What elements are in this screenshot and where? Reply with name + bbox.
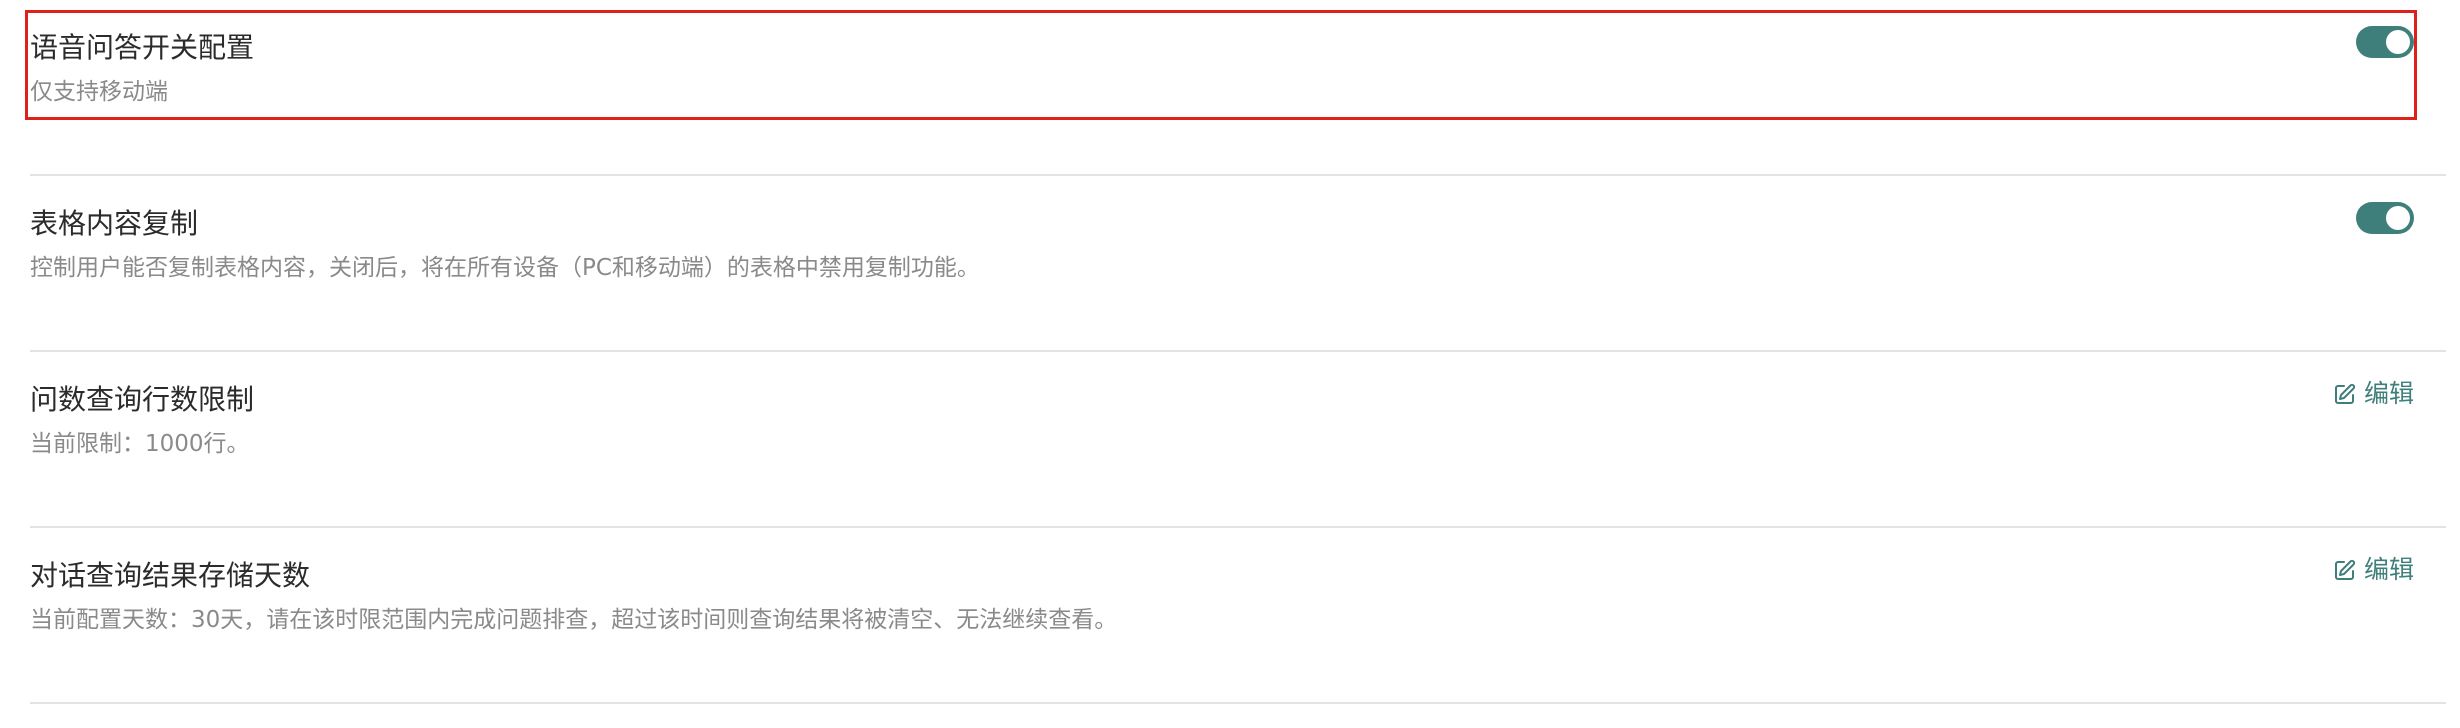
setting-title: 表格内容复制 bbox=[30, 207, 199, 240]
setting-title: 对话查询结果存储天数 bbox=[30, 559, 311, 592]
setting-row-result-retention-days: 对话查询结果存储天数 当前配置天数：30天，请在该时限范围内完成问题排查，超过该… bbox=[30, 528, 2446, 704]
edit-label: 编辑 bbox=[2363, 555, 2414, 584]
setting-description: 仅支持移动端 bbox=[30, 79, 168, 105]
setting-row-query-row-limit: 问数查询行数限制 当前限制：1000行。 编辑 bbox=[30, 352, 2446, 528]
voice-qa-toggle[interactable] bbox=[2356, 26, 2414, 58]
edit-label: 编辑 bbox=[2363, 379, 2414, 408]
setting-title: 问数查询行数限制 bbox=[30, 383, 255, 416]
row-limit-edit-button[interactable]: 编辑 bbox=[2334, 378, 2414, 410]
edit-icon bbox=[2334, 383, 2356, 405]
toggle-knob bbox=[2386, 30, 2410, 54]
settings-list: 语音问答开关配置 仅支持移动端 表格内容复制 控制用户能否复制表格内容，关闭后，… bbox=[30, 0, 2446, 704]
setting-title: 语音问答开关配置 bbox=[30, 31, 255, 64]
toggle-knob bbox=[2386, 206, 2410, 230]
table-copy-toggle[interactable] bbox=[2356, 202, 2414, 234]
setting-description: 当前限制：1000行。 bbox=[30, 431, 250, 457]
setting-description: 当前配置天数：30天，请在该时限范围内完成问题排查，超过该时间则查询结果将被清空… bbox=[30, 607, 1118, 633]
edit-icon bbox=[2334, 559, 2356, 581]
setting-row-voice-qa: 语音问答开关配置 仅支持移动端 bbox=[30, 0, 2446, 176]
setting-row-table-copy: 表格内容复制 控制用户能否复制表格内容，关闭后，将在所有设备（PC和移动端）的表… bbox=[30, 176, 2446, 352]
setting-description: 控制用户能否复制表格内容，关闭后，将在所有设备（PC和移动端）的表格中禁用复制功… bbox=[30, 255, 980, 281]
retention-days-edit-button[interactable]: 编辑 bbox=[2334, 554, 2414, 586]
